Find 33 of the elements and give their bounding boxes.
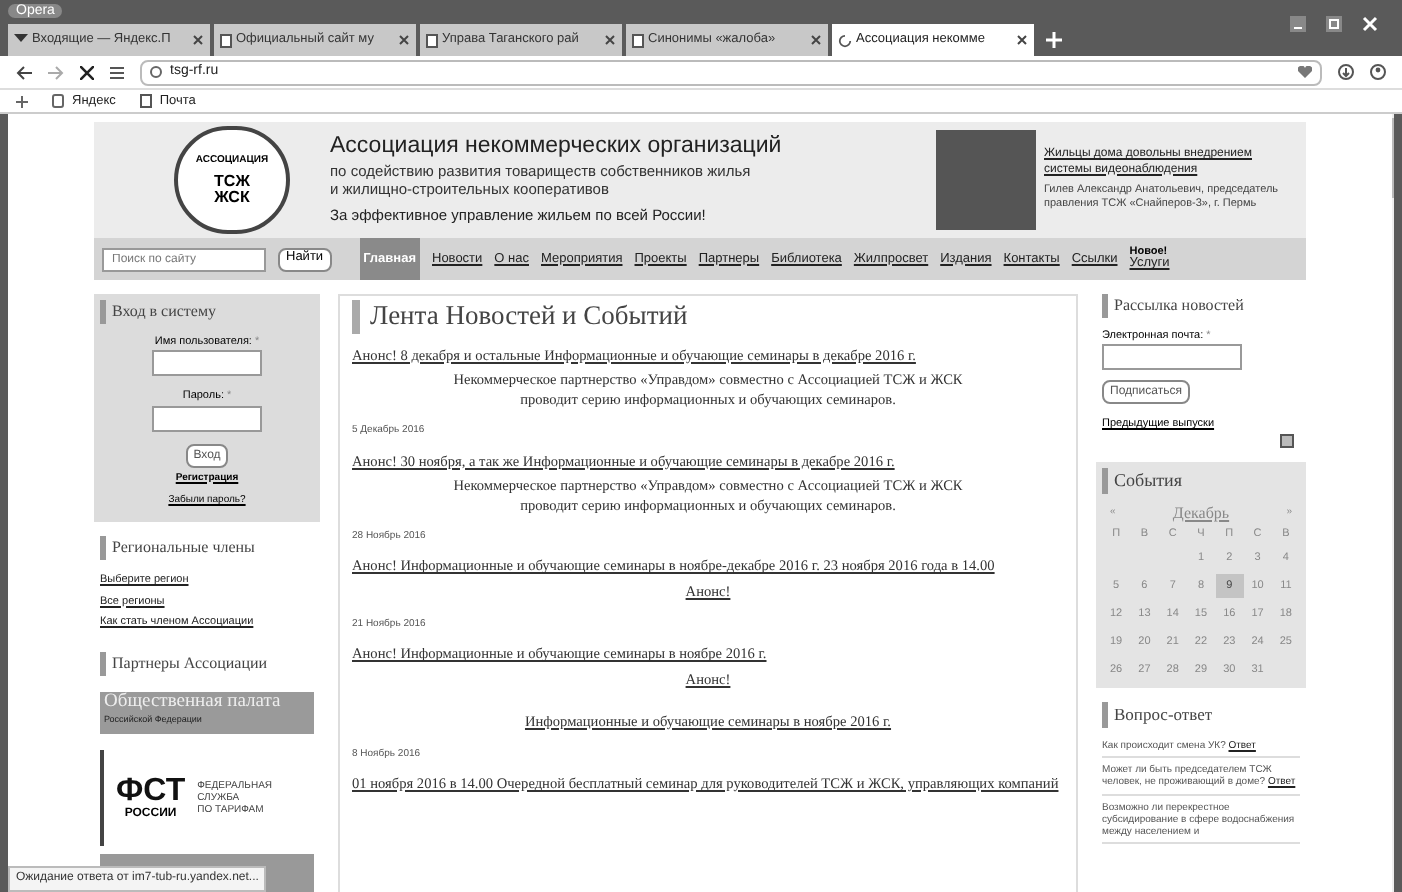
minimize-icon[interactable]: [1290, 16, 1306, 32]
page-icon: [632, 33, 644, 47]
username-field[interactable]: [152, 350, 262, 377]
page-icon: [426, 33, 438, 47]
stop-icon[interactable]: [80, 65, 94, 79]
panel-title: Региональные члены: [100, 536, 314, 561]
close-icon[interactable]: [604, 34, 616, 46]
download-icon[interactable]: [1338, 64, 1354, 80]
panel-title: Вопрос-ответ: [1102, 702, 1300, 728]
add-icon[interactable]: [16, 95, 28, 107]
back-icon[interactable]: [16, 65, 32, 79]
email-field[interactable]: [1102, 344, 1242, 371]
maximize-icon[interactable]: [1326, 16, 1342, 32]
new-tab-icon[interactable]: [1046, 32, 1062, 48]
panel-title: Вход в систему: [100, 300, 217, 324]
close-icon[interactable]: [1016, 34, 1028, 46]
calendar-month: Декабрь: [1172, 502, 1230, 526]
heart-icon[interactable]: [1298, 66, 1312, 78]
loading-icon: [838, 33, 852, 47]
password-field[interactable]: [152, 405, 262, 431]
close-icon[interactable]: [192, 34, 204, 46]
panel-title: Рассылка новостей: [1102, 294, 1244, 318]
grid-icon[interactable]: [110, 65, 124, 79]
close-icon[interactable]: [810, 34, 822, 46]
photo-placeholder: [936, 130, 1036, 230]
panel-title: Партнеры Ассоциации: [100, 652, 314, 676]
close-icon[interactable]: [398, 34, 410, 46]
page-icon: [220, 33, 232, 47]
envelope-icon: [14, 34, 28, 46]
site-title: Ассоциация некоммерческих организаций: [330, 132, 784, 162]
news-heading: Лента Новостей и Событий: [352, 300, 1064, 334]
panel-title: События: [1102, 467, 1300, 494]
account-icon[interactable]: [1370, 64, 1386, 80]
